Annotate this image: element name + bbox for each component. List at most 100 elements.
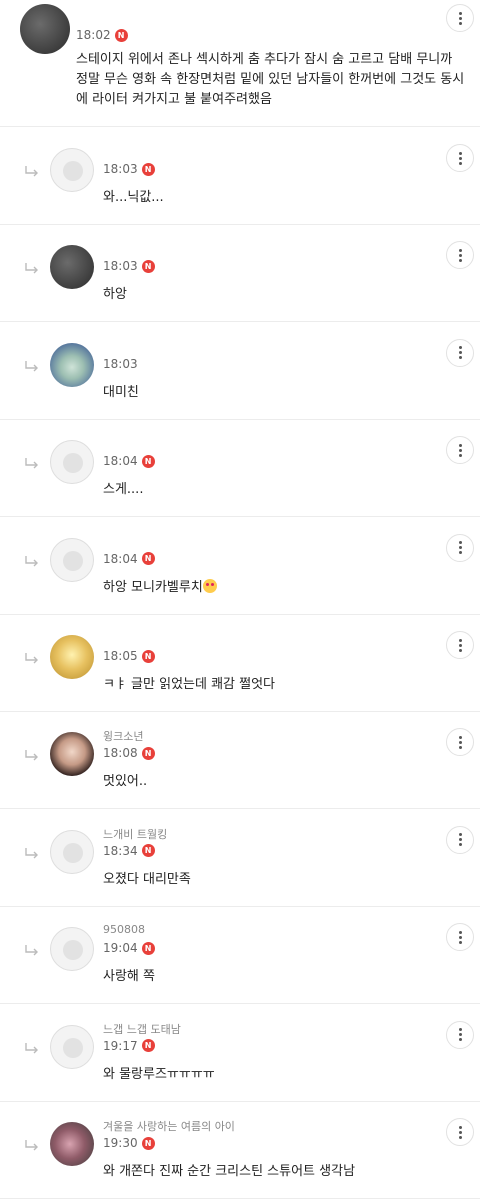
reply-text: 멋있어.. bbox=[103, 772, 147, 792]
reply-text-content: ㅋㅑ 글만 읽었는데 쾌감 쩔엇다 bbox=[103, 677, 276, 692]
reply-arrow-icon bbox=[25, 945, 38, 956]
reply-meta: 19:30 N bbox=[103, 1136, 155, 1150]
more-options-button[interactable] bbox=[446, 631, 474, 659]
reply-text-content: 대미친 bbox=[103, 384, 139, 400]
reply-author[interactable]: 950808 bbox=[103, 923, 145, 936]
more-options-button[interactable] bbox=[446, 4, 474, 32]
reply-author[interactable]: 겨울을 사랑하는 여름의 아이 bbox=[103, 1118, 235, 1134]
reply-meta: 19:04 N bbox=[103, 941, 155, 955]
avatar[interactable] bbox=[50, 537, 94, 582]
reply-text-content: 하앙 모니카벨루치 bbox=[103, 579, 203, 595]
reply-time: 18:08 bbox=[103, 746, 138, 761]
reply-item: 느갭 느갭 도태남 19:17 N 와 물랑루즈ㅠㅠㅠㅠ bbox=[0, 1005, 480, 1102]
more-vertical-icon bbox=[458, 930, 462, 944]
reply-item: 18:03 N 와...닉값... bbox=[0, 128, 480, 225]
avatar[interactable] bbox=[50, 148, 94, 192]
reply-meta: 18:08 N bbox=[103, 746, 155, 760]
reply-text-content: 와 개쫀다 진짜 순간 크리스틴 스튜어트 생각남 bbox=[103, 1164, 356, 1179]
avatar[interactable] bbox=[50, 1122, 94, 1166]
reply-time: 19:17 bbox=[103, 1038, 138, 1053]
more-vertical-icon bbox=[458, 248, 462, 262]
new-badge: N bbox=[141, 1039, 155, 1053]
reply-text: ㅋㅑ 글만 읽었는데 쾌감 쩔엇다 bbox=[103, 675, 275, 695]
reply-arrow-icon bbox=[25, 555, 38, 567]
avatar[interactable] bbox=[50, 440, 94, 485]
comment-main: 18:02 N 스테이지 위에서 존나 섹시하게 춤 추다가 잠시 숨 고르고 … bbox=[0, 0, 480, 127]
reply-item: 윙크소년 18:08 N 멋있어.. bbox=[0, 712, 480, 810]
reply-arrow-icon bbox=[25, 1140, 38, 1151]
new-badge: N bbox=[141, 1136, 155, 1150]
more-options-button[interactable] bbox=[446, 338, 474, 367]
reply-text: 하앙 모니카벨루치 bbox=[103, 578, 217, 598]
reply-time: 19:30 bbox=[103, 1136, 138, 1150]
reply-text: 와...닉값... bbox=[103, 188, 164, 208]
reply-item: 950808 19:04 N 사랑해 쪽 bbox=[0, 907, 480, 1005]
heart-eyes-emoji-icon bbox=[202, 578, 217, 593]
avatar[interactable] bbox=[50, 245, 94, 290]
more-vertical-icon bbox=[458, 638, 462, 652]
more-options-button[interactable] bbox=[446, 825, 474, 854]
more-vertical-icon bbox=[458, 833, 462, 847]
reply-author[interactable]: 윙크소년 bbox=[103, 728, 143, 744]
avatar[interactable] bbox=[20, 4, 70, 54]
comment-meta: 18:02 N bbox=[76, 28, 128, 42]
reply-meta: 18:04 N bbox=[103, 454, 155, 468]
reply-time: 18:04 bbox=[103, 454, 138, 469]
avatar[interactable] bbox=[50, 829, 94, 874]
reply-text: 사랑해 쪽 bbox=[103, 967, 155, 987]
avatar[interactable] bbox=[50, 1024, 94, 1069]
more-vertical-icon bbox=[458, 151, 462, 165]
comment-text: 스테이지 위에서 존나 섹시하게 춤 추다가 잠시 숨 고르고 담배 무니까 정… bbox=[76, 52, 465, 107]
reply-text-content: 하앙 bbox=[103, 287, 127, 303]
reply-meta: 18:03 N bbox=[103, 259, 155, 273]
reply-time: 18:04 bbox=[103, 551, 138, 566]
more-vertical-icon bbox=[458, 1028, 462, 1042]
reply-arrow-icon bbox=[25, 1042, 38, 1054]
more-vertical-icon bbox=[458, 735, 462, 749]
reply-author[interactable]: 느갭 느갭 도태남 bbox=[103, 1021, 181, 1037]
reply-text: 오졌다 대리만족 bbox=[103, 870, 191, 890]
reply-text: 와 물랑루즈ㅠㅠㅠㅠ bbox=[103, 1065, 215, 1085]
new-badge: N bbox=[141, 941, 155, 955]
reply-arrow-icon bbox=[25, 360, 38, 372]
reply-item: 18:03 N 하앙 bbox=[0, 225, 480, 323]
reply-text: 하앙 bbox=[103, 285, 127, 305]
reply-item: 18:04 N 하앙 모니카벨루치 bbox=[0, 518, 480, 615]
avatar[interactable] bbox=[50, 342, 94, 387]
new-badge: N bbox=[141, 552, 155, 566]
more-options-button[interactable] bbox=[446, 728, 474, 757]
avatar[interactable] bbox=[50, 927, 94, 972]
more-options-button[interactable] bbox=[446, 1118, 474, 1146]
reply-arrow-icon bbox=[25, 750, 38, 761]
avatar[interactable] bbox=[50, 732, 94, 777]
avatar[interactable] bbox=[50, 635, 94, 679]
more-options-button[interactable] bbox=[446, 533, 474, 562]
reply-text-content: 멋있어.. bbox=[103, 774, 148, 790]
reply-text: 스게.... bbox=[103, 480, 143, 500]
reply-meta: 18:03 bbox=[103, 357, 138, 371]
new-badge: N bbox=[141, 844, 155, 858]
reply-arrow-icon bbox=[25, 458, 38, 469]
new-badge: N bbox=[141, 649, 155, 663]
more-options-button[interactable] bbox=[446, 923, 474, 952]
new-badge: N bbox=[141, 746, 155, 760]
reply-text-content: 사랑해 쪽 bbox=[103, 969, 155, 985]
reply-meta: 18:05 N bbox=[103, 649, 155, 663]
new-badge: N bbox=[141, 259, 155, 273]
reply-text-content: 스게.... bbox=[103, 482, 144, 498]
reply-time: 18:34 bbox=[103, 843, 138, 858]
more-options-button[interactable] bbox=[446, 1020, 474, 1049]
more-options-button[interactable] bbox=[446, 241, 474, 270]
reply-author[interactable]: 느개비 트월킹 bbox=[103, 826, 167, 842]
more-vertical-icon bbox=[458, 443, 462, 457]
reply-meta: 18:34 N bbox=[103, 844, 155, 858]
reply-arrow-icon bbox=[25, 263, 38, 274]
reply-meta: 19:17 N bbox=[103, 1039, 155, 1053]
reply-meta: 18:03 N bbox=[103, 162, 155, 176]
reply-item: 18:03 대미친 bbox=[0, 323, 480, 420]
new-badge: N bbox=[114, 28, 128, 42]
more-options-button[interactable] bbox=[446, 144, 474, 172]
more-options-button[interactable] bbox=[446, 436, 474, 465]
reply-arrow-icon bbox=[25, 847, 38, 859]
reply-item: 18:05 N ㅋㅑ 글만 읽었는데 쾌감 쩔엇다 bbox=[0, 615, 480, 712]
